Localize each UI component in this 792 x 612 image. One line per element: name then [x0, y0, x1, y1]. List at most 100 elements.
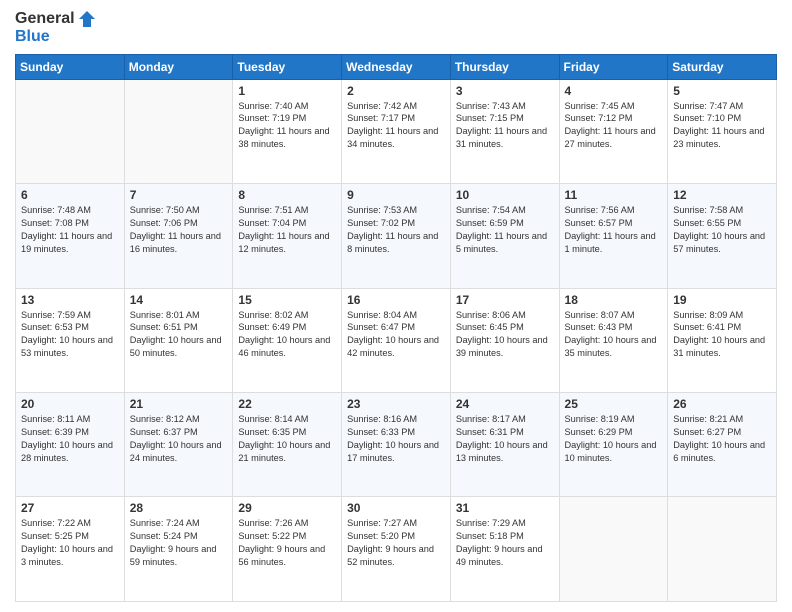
cell-info: Sunrise: 8:21 AM Sunset: 6:27 PM Dayligh… — [673, 413, 771, 465]
day-number: 13 — [21, 293, 119, 307]
day-number: 27 — [21, 501, 119, 515]
calendar-cell — [16, 79, 125, 183]
day-header-saturday: Saturday — [668, 54, 777, 79]
calendar-cell: 4Sunrise: 7:45 AM Sunset: 7:12 PM Daylig… — [559, 79, 668, 183]
calendar-cell: 6 Sunrise: 7:48 AM Sunset: 7:08 PM Daylig… — [16, 184, 125, 288]
cell-info: Sunrise: 7:40 AM Sunset: 7:19 PM Dayligh… — [238, 100, 336, 152]
cell-info: Sunrise: 8:01 AM Sunset: 6:51 PM Dayligh… — [130, 309, 228, 361]
day-number: 24 — [456, 397, 554, 411]
day-number: 12 — [673, 188, 771, 202]
day-number: 2 — [347, 84, 445, 98]
calendar-cell — [559, 497, 668, 602]
day-number: 28 — [130, 501, 228, 515]
calendar-week-row: 27 Sunrise: 7:22 AM Sunset: 5:25 PM Dayli… — [16, 497, 777, 602]
cell-info: Sunrise: 8:16 AM Sunset: 6:33 PM Dayligh… — [347, 413, 445, 465]
calendar-cell: 27 Sunrise: 7:22 AM Sunset: 5:25 PM Dayli… — [16, 497, 125, 602]
cell-info: Sunrise: 7:50 AM Sunset: 7:06 PM Dayligh… — [130, 204, 228, 256]
page: General Blue SundayMondayTuesdayWednesda… — [0, 0, 792, 612]
logo-general: General — [15, 10, 75, 28]
calendar-cell: 17Sunrise: 8:06 AM Sunset: 6:45 PM Dayli… — [450, 288, 559, 392]
calendar-cell: 25 Sunrise: 8:19 AM Sunset: 6:29 PM Dayli… — [559, 393, 668, 497]
calendar-cell — [124, 79, 233, 183]
cell-info: Sunrise: 8:11 AM Sunset: 6:39 PM Dayligh… — [21, 413, 119, 465]
calendar-cell: 9 Sunrise: 7:53 AM Sunset: 7:02 PM Daylig… — [342, 184, 451, 288]
cell-info: Sunrise: 8:02 AM Sunset: 6:49 PM Dayligh… — [238, 309, 336, 361]
day-number: 1 — [238, 84, 336, 98]
day-number: 4 — [565, 84, 663, 98]
day-header-friday: Friday — [559, 54, 668, 79]
day-header-thursday: Thursday — [450, 54, 559, 79]
calendar-cell: 18 Sunrise: 8:07 AM Sunset: 6:43 PM Dayli… — [559, 288, 668, 392]
day-header-wednesday: Wednesday — [342, 54, 451, 79]
calendar-cell: 1 Sunrise: 7:40 AM Sunset: 7:19 PM Daylig… — [233, 79, 342, 183]
cell-info: Sunrise: 7:42 AM Sunset: 7:17 PM Dayligh… — [347, 100, 445, 152]
cell-info: Sunrise: 7:22 AM Sunset: 5:25 PM Dayligh… — [21, 517, 119, 569]
calendar-cell: 29Sunrise: 7:26 AM Sunset: 5:22 PM Dayli… — [233, 497, 342, 602]
cell-info: Sunrise: 8:17 AM Sunset: 6:31 PM Dayligh… — [456, 413, 554, 465]
calendar-cell: 31Sunrise: 7:29 AM Sunset: 5:18 PM Dayli… — [450, 497, 559, 602]
calendar-cell: 21Sunrise: 8:12 AM Sunset: 6:37 PM Dayli… — [124, 393, 233, 497]
calendar-cell: 5 Sunrise: 7:47 AM Sunset: 7:10 PM Daylig… — [668, 79, 777, 183]
header: General Blue — [15, 10, 777, 46]
calendar-cell: 19 Sunrise: 8:09 AM Sunset: 6:41 PM Dayli… — [668, 288, 777, 392]
cell-info: Sunrise: 8:04 AM Sunset: 6:47 PM Dayligh… — [347, 309, 445, 361]
cell-info: Sunrise: 7:58 AM Sunset: 6:55 PM Dayligh… — [673, 204, 771, 256]
cell-info: Sunrise: 7:48 AM Sunset: 7:08 PM Dayligh… — [21, 204, 119, 256]
calendar-header-row: SundayMondayTuesdayWednesdayThursdayFrid… — [16, 54, 777, 79]
day-number: 8 — [238, 188, 336, 202]
calendar-cell: 24 Sunrise: 8:17 AM Sunset: 6:31 PM Dayli… — [450, 393, 559, 497]
cell-info: Sunrise: 7:47 AM Sunset: 7:10 PM Dayligh… — [673, 100, 771, 152]
calendar-week-row: 1 Sunrise: 7:40 AM Sunset: 7:19 PM Daylig… — [16, 79, 777, 183]
cell-info: Sunrise: 7:53 AM Sunset: 7:02 PM Dayligh… — [347, 204, 445, 256]
day-number: 16 — [347, 293, 445, 307]
cell-info: Sunrise: 8:14 AM Sunset: 6:35 PM Dayligh… — [238, 413, 336, 465]
logo-arrow-icon — [77, 10, 95, 28]
calendar-table: SundayMondayTuesdayWednesdayThursdayFrid… — [15, 54, 777, 602]
cell-info: Sunrise: 7:54 AM Sunset: 6:59 PM Dayligh… — [456, 204, 554, 256]
day-number: 29 — [238, 501, 336, 515]
logo: General Blue — [15, 10, 95, 46]
day-number: 21 — [130, 397, 228, 411]
cell-info: Sunrise: 7:29 AM Sunset: 5:18 PM Dayligh… — [456, 517, 554, 569]
day-number: 6 — [21, 188, 119, 202]
cell-info: Sunrise: 8:06 AM Sunset: 6:45 PM Dayligh… — [456, 309, 554, 361]
day-number: 23 — [347, 397, 445, 411]
day-number: 14 — [130, 293, 228, 307]
calendar-cell: 30 Sunrise: 7:27 AM Sunset: 5:20 PM Dayli… — [342, 497, 451, 602]
calendar-cell — [668, 497, 777, 602]
cell-info: Sunrise: 7:56 AM Sunset: 6:57 PM Dayligh… — [565, 204, 663, 256]
day-number: 11 — [565, 188, 663, 202]
day-number: 9 — [347, 188, 445, 202]
calendar-cell: 11 Sunrise: 7:56 AM Sunset: 6:57 PM Dayli… — [559, 184, 668, 288]
calendar-cell: 13Sunrise: 7:59 AM Sunset: 6:53 PM Dayli… — [16, 288, 125, 392]
calendar-week-row: 6 Sunrise: 7:48 AM Sunset: 7:08 PM Daylig… — [16, 184, 777, 288]
day-number: 22 — [238, 397, 336, 411]
cell-info: Sunrise: 8:07 AM Sunset: 6:43 PM Dayligh… — [565, 309, 663, 361]
day-number: 20 — [21, 397, 119, 411]
calendar-cell: 12 Sunrise: 7:58 AM Sunset: 6:55 PM Dayli… — [668, 184, 777, 288]
logo-blue: Blue — [15, 28, 95, 46]
day-number: 15 — [238, 293, 336, 307]
calendar-cell: 26Sunrise: 8:21 AM Sunset: 6:27 PM Dayli… — [668, 393, 777, 497]
cell-info: Sunrise: 7:24 AM Sunset: 5:24 PM Dayligh… — [130, 517, 228, 569]
calendar-cell: 8 Sunrise: 7:51 AM Sunset: 7:04 PM Daylig… — [233, 184, 342, 288]
cell-info: Sunrise: 8:09 AM Sunset: 6:41 PM Dayligh… — [673, 309, 771, 361]
cell-info: Sunrise: 8:19 AM Sunset: 6:29 PM Dayligh… — [565, 413, 663, 465]
day-number: 19 — [673, 293, 771, 307]
cell-info: Sunrise: 7:27 AM Sunset: 5:20 PM Dayligh… — [347, 517, 445, 569]
cell-info: Sunrise: 7:51 AM Sunset: 7:04 PM Dayligh… — [238, 204, 336, 256]
calendar-cell: 23 Sunrise: 8:16 AM Sunset: 6:33 PM Dayli… — [342, 393, 451, 497]
day-number: 3 — [456, 84, 554, 98]
calendar-cell: 20 Sunrise: 8:11 AM Sunset: 6:39 PM Dayli… — [16, 393, 125, 497]
day-number: 7 — [130, 188, 228, 202]
day-number: 10 — [456, 188, 554, 202]
calendar-cell: 16 Sunrise: 8:04 AM Sunset: 6:47 PM Dayli… — [342, 288, 451, 392]
day-header-monday: Monday — [124, 54, 233, 79]
day-number: 5 — [673, 84, 771, 98]
calendar-cell: 22 Sunrise: 8:14 AM Sunset: 6:35 PM Dayli… — [233, 393, 342, 497]
calendar-cell: 2 Sunrise: 7:42 AM Sunset: 7:17 PM Daylig… — [342, 79, 451, 183]
day-number: 30 — [347, 501, 445, 515]
calendar-cell: 15 Sunrise: 8:02 AM Sunset: 6:49 PM Dayli… — [233, 288, 342, 392]
day-number: 18 — [565, 293, 663, 307]
day-number: 25 — [565, 397, 663, 411]
